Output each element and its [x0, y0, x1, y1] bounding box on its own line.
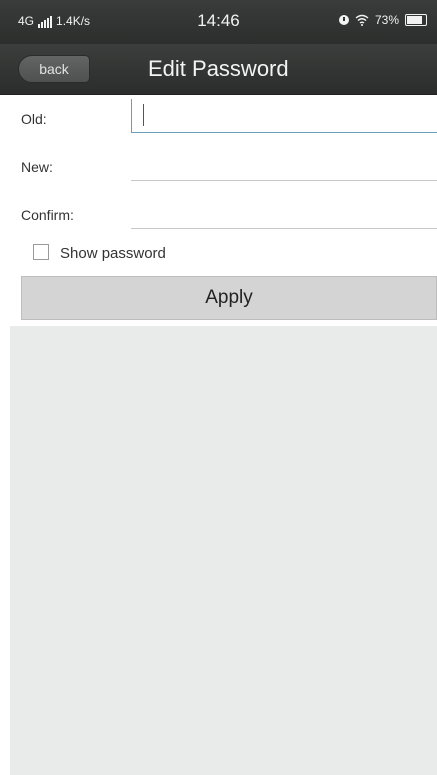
show-password-row[interactable]: Show password [10, 238, 437, 268]
new-password-input[interactable] [131, 147, 437, 181]
old-password-label: Old: [21, 111, 47, 127]
confirm-password-row: Confirm: [10, 191, 437, 237]
new-password-label: New: [21, 159, 53, 175]
apply-button[interactable]: Apply [21, 276, 437, 320]
show-password-checkbox[interactable] [33, 244, 49, 260]
password-form: Old: New: Confirm: Show password Apply [10, 95, 437, 326]
wifi-icon [355, 14, 369, 26]
back-button[interactable]: back [18, 55, 90, 83]
confirm-password-input[interactable] [131, 195, 437, 229]
old-password-row: Old: [10, 95, 437, 141]
text-caret [143, 104, 144, 126]
new-password-row: New: [10, 143, 437, 189]
battery-percent: 73% [374, 13, 399, 27]
status-right: 73% [338, 13, 427, 27]
confirm-password-label: Confirm: [21, 207, 74, 223]
left-strip [0, 95, 10, 775]
battery-icon [405, 14, 427, 26]
header-bar: back Edit Password [0, 44, 437, 95]
empty-content-area [10, 326, 437, 775]
show-password-label: Show password [60, 245, 166, 262]
alarm-icon [338, 15, 349, 25]
old-password-input[interactable] [131, 99, 437, 133]
status-bar: 4G 1.4K/s 14:46 73% [0, 0, 437, 44]
page-title: Edit Password [148, 56, 289, 81]
